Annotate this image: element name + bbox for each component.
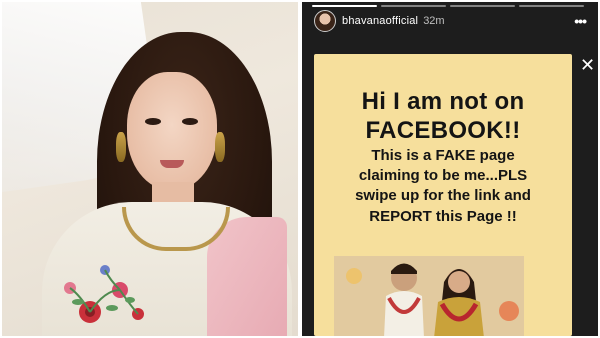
card-line: FACEBOOK!! [365,117,521,144]
instagram-story: bhavanaofficial 32m ••• Hi I am not on F… [302,2,598,336]
screenshot-card: Hi I am not on FACEBOOK!! This is a FAKE… [314,54,572,336]
progress-segment [450,5,515,7]
story-header: bhavanaofficial 32m ••• [314,10,590,32]
left-earring [116,132,126,162]
progress-segment [381,5,446,7]
left-eye [145,118,161,125]
right-eye [182,118,198,125]
progress-segment [519,5,584,7]
story-progress-bar [312,5,584,7]
avatar[interactable] [314,10,336,32]
card-message: Hi I am not on FACEBOOK!! This is a FAKE… [314,88,572,228]
floral-embroidery [64,265,144,323]
portrait-photo [2,2,298,336]
username[interactable]: bhavanaofficial [342,15,418,27]
couple-photo [334,256,524,336]
card-line: This is a FAKE page [371,147,515,164]
timestamp: 32m [423,15,445,27]
face [127,72,217,190]
card-line: Hi I am not on [361,88,525,115]
card-line: swipe up for the link and [355,187,531,204]
card-line: claiming to be me...PLS [358,167,528,184]
close-icon[interactable]: ✕ [580,56,595,74]
progress-segment [312,5,377,7]
right-earring [215,132,225,162]
card-line: REPORT this Page !! [369,208,517,225]
more-horizontal-icon[interactable]: ••• [574,13,587,29]
